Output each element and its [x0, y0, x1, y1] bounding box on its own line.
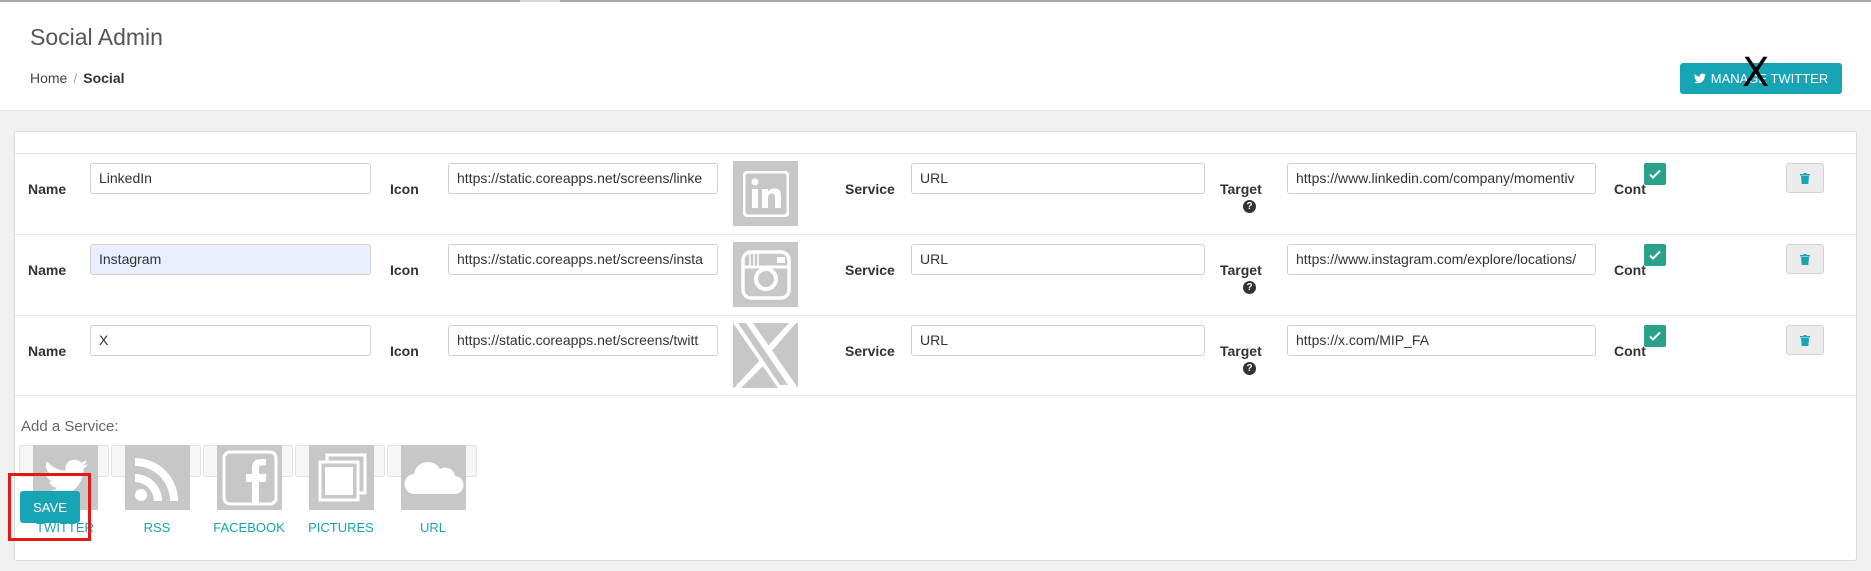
target-url-input[interactable]: https://www.linkedin.com/company/momenti… [1287, 163, 1596, 194]
cont-label: Cont [1614, 262, 1646, 278]
add-rss-service[interactable]: RSS [111, 445, 203, 545]
icon-url-input[interactable]: https://static.coreapps.net/screens/inst… [448, 244, 718, 275]
cont-label: Cont [1614, 181, 1646, 197]
icon-url-input[interactable]: https://static.coreapps.net/screens/twit… [448, 325, 718, 356]
add-service-label: Add a Service: [21, 418, 119, 435]
target-url-input[interactable]: https://x.com/MIP_FA [1287, 325, 1596, 356]
trash-icon [1800, 172, 1810, 184]
question-circle-icon[interactable]: ? [1243, 362, 1256, 375]
breadcrumb-separator: / [73, 70, 78, 86]
social-services-panel: Name LinkedIn Icon https://static.coreap… [14, 131, 1857, 561]
trash-icon [1800, 334, 1810, 346]
service-row-instagram: Name Instagram Icon https://static.corea… [15, 234, 1856, 315]
service-row-x: Name X Icon https://static.coreapps.net/… [15, 315, 1856, 396]
service-input[interactable]: URL [911, 325, 1205, 356]
question-circle-icon[interactable]: ? [1243, 200, 1256, 213]
service-name: RSS [143, 520, 171, 535]
service-label: Service [845, 181, 895, 197]
cont-checkbox[interactable] [1644, 163, 1666, 185]
breadcrumb-current: Social [83, 70, 125, 86]
highlight-annotation-box [8, 473, 91, 541]
service-name: URL [419, 520, 446, 535]
name-label: Name [28, 181, 67, 197]
service-label: Service [845, 343, 895, 359]
service-input[interactable]: URL [911, 244, 1205, 275]
linkedin-icon [733, 161, 798, 226]
name-input[interactable]: Instagram [90, 244, 371, 275]
page-header: Social Admin Home / Social MANAGE TWITTER … [0, 2, 1871, 111]
question-circle-icon[interactable]: ? [1243, 281, 1256, 294]
service-input[interactable]: URL [911, 163, 1205, 194]
service-name: PICTURES [308, 520, 374, 535]
rss-icon [125, 445, 190, 510]
icon-label: Icon [390, 343, 419, 359]
add-pictures-service[interactable]: PICTURES [295, 445, 387, 545]
delete-button[interactable] [1786, 244, 1824, 274]
breadcrumb-home-link[interactable]: Home [30, 70, 67, 86]
x-overlay-glyph: X [1742, 50, 1770, 96]
delete-button[interactable] [1786, 163, 1824, 193]
name-input[interactable]: X [90, 325, 371, 356]
facebook-icon [217, 445, 282, 510]
name-input[interactable]: LinkedIn [90, 163, 371, 194]
target-label: Target [1220, 181, 1262, 197]
pictures-icon [309, 445, 374, 510]
cont-checkbox[interactable] [1644, 325, 1666, 347]
manage-twitter-button[interactable]: MANAGE TWITTER X [1680, 53, 1842, 94]
check-icon [1649, 331, 1661, 341]
cloud-icon [401, 445, 466, 510]
name-label: Name [28, 262, 67, 278]
x-logo-icon [733, 323, 798, 388]
service-row-linkedin: Name LinkedIn Icon https://static.coreap… [15, 153, 1856, 234]
target-label: Target [1220, 262, 1262, 278]
icon-label: Icon [390, 181, 419, 197]
service-name: FACEBOOK [213, 520, 285, 535]
name-label: Name [28, 343, 67, 359]
delete-button[interactable] [1786, 325, 1824, 355]
icon-label: Icon [390, 262, 419, 278]
add-facebook-service[interactable]: FACEBOOK [203, 445, 295, 545]
icon-url-input[interactable]: https://static.coreapps.net/screens/link… [448, 163, 718, 194]
cont-label: Cont [1614, 343, 1646, 359]
manage-twitter-label: MANAGE TWITTER [1710, 71, 1829, 86]
service-label: Service [845, 262, 895, 278]
check-icon [1649, 169, 1661, 179]
page-title: Social Admin [30, 24, 163, 50]
cont-checkbox[interactable] [1644, 244, 1666, 266]
target-url-input[interactable]: https://www.instagram.com/explore/locati… [1287, 244, 1596, 275]
check-icon [1649, 250, 1661, 260]
instagram-icon [733, 242, 798, 307]
add-url-service[interactable]: URL [387, 445, 479, 545]
twitter-icon [1693, 73, 1706, 84]
target-label: Target [1220, 343, 1262, 359]
breadcrumb: Home / Social [30, 70, 125, 86]
trash-icon [1800, 253, 1810, 265]
